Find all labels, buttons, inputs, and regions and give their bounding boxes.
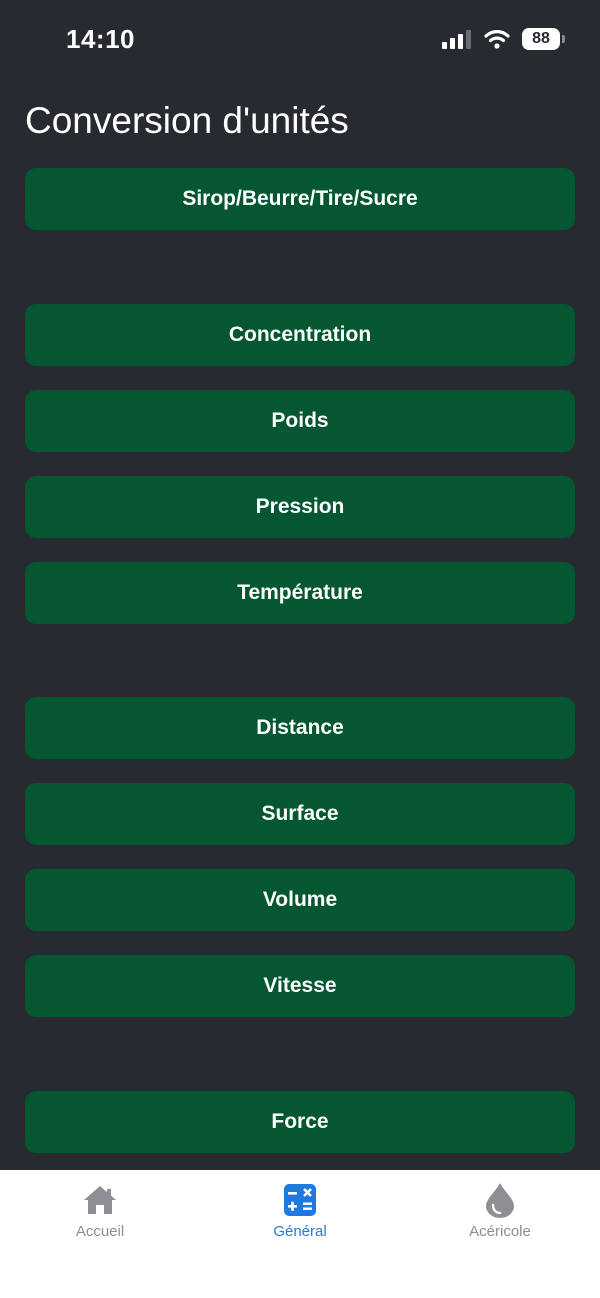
tab-bar: Accueil Général Acéricole	[0, 1170, 600, 1298]
pression-button[interactable]: Pression	[25, 476, 575, 538]
tab-label-acericole: Acéricole	[469, 1223, 531, 1240]
distance-button[interactable]: Distance	[25, 697, 575, 759]
calculator-icon	[284, 1184, 316, 1216]
wifi-icon	[484, 30, 510, 49]
tab-label-accueil: Accueil	[75, 1223, 125, 1240]
tab-accueil[interactable]: Accueil	[0, 1170, 200, 1250]
concentration-button[interactable]: Concentration	[25, 304, 575, 366]
poids-button[interactable]: Poids	[25, 390, 575, 452]
vitesse-button[interactable]: Vitesse	[25, 955, 575, 1017]
volume-button[interactable]: Volume	[25, 869, 575, 931]
cellular-signal-icon	[442, 30, 471, 49]
sirop-beurre-tire-sucre-button[interactable]: Sirop/Beurre/Tire/Sucre	[25, 168, 575, 230]
home-icon	[84, 1186, 116, 1214]
tab-general[interactable]: Général	[200, 1170, 400, 1250]
status-icons: 88	[442, 28, 565, 50]
tab-acericole[interactable]: Acéricole	[400, 1170, 600, 1250]
status-bar: 14:10 88	[0, 0, 600, 80]
surface-button[interactable]: Surface	[25, 783, 575, 845]
tab-label-general: Général	[273, 1223, 327, 1240]
status-time: 14:10	[66, 24, 135, 54]
battery-indicator: 88	[522, 28, 565, 50]
page-title: Conversion d'unités	[25, 100, 349, 141]
temperature-button[interactable]: Température	[25, 562, 575, 624]
drop-icon	[486, 1183, 514, 1218]
force-button[interactable]: Force	[25, 1091, 575, 1153]
